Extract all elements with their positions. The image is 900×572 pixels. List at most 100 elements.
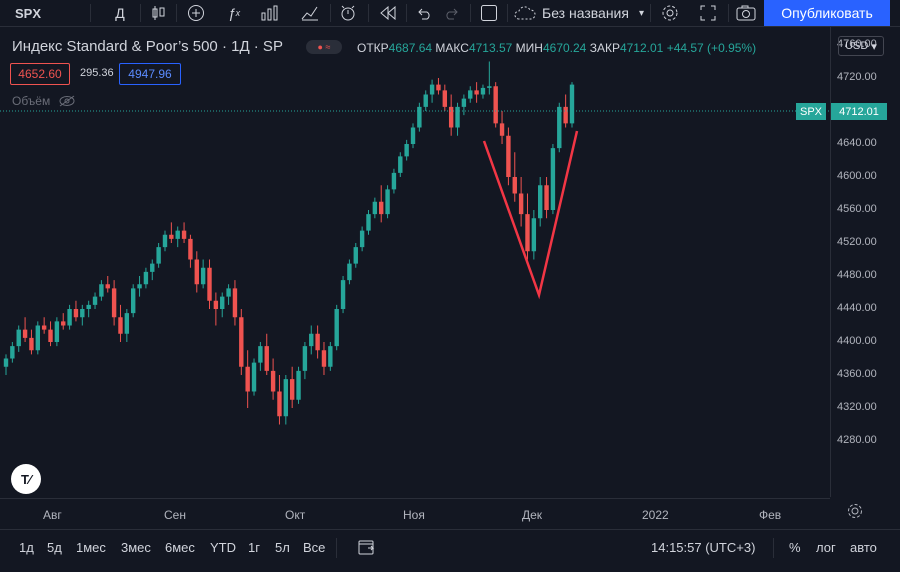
candle-body	[340, 280, 346, 309]
candle-body	[321, 350, 327, 367]
add-indicator-icon[interactable]	[184, 0, 208, 26]
candle-body	[156, 247, 161, 264]
replay-icon[interactable]	[376, 0, 400, 26]
v-shape-drawing[interactable]	[482, 130, 579, 300]
snapshot-icon[interactable]	[734, 0, 758, 26]
change-value: +44.57 (+0.95%)	[666, 41, 757, 55]
candle-body	[220, 296, 225, 309]
settings-icon[interactable]	[658, 0, 682, 26]
time-tick: Ноя	[403, 508, 425, 522]
high-value: 4713.57	[468, 41, 513, 55]
time-axis[interactable]: Авг Сен Окт Ноя Дек 2022 Фев	[0, 498, 830, 529]
interval-selector[interactable]: Д	[108, 0, 132, 26]
candle-body	[302, 346, 308, 371]
currency-selector[interactable]: USD ▾	[838, 36, 884, 56]
divider	[773, 538, 774, 558]
chevron-down-icon: ▾	[871, 40, 877, 53]
candle-body	[150, 263, 155, 272]
candle-body	[105, 284, 110, 289]
range-1y[interactable]: 1г	[248, 540, 260, 555]
range-1m[interactable]: 1мес	[76, 540, 106, 555]
candle-body	[258, 346, 263, 363]
market-status-badge[interactable]: ● ≈	[306, 40, 342, 54]
alert-icon[interactable]	[336, 0, 360, 26]
range-6m[interactable]: 6мес	[165, 540, 195, 555]
time-tick: Окт	[285, 508, 306, 522]
expand-icon[interactable]	[696, 0, 720, 26]
candle-body	[124, 313, 130, 334]
undo-icon[interactable]	[412, 0, 436, 26]
candle-body	[200, 267, 206, 285]
range-1d[interactable]: 1д	[19, 540, 34, 555]
log-toggle[interactable]: лог	[816, 540, 836, 555]
price-tick: 4320.00	[837, 401, 877, 413]
layout-icon[interactable]	[298, 0, 322, 26]
buy-button[interactable]: 4947.96	[119, 63, 181, 85]
auto-toggle[interactable]: авто	[850, 540, 877, 555]
candle-body	[525, 214, 530, 252]
candle-body	[226, 288, 231, 297]
price-axis[interactable]: 4760.004720.004680.004640.004600.004560.…	[830, 27, 900, 497]
time-tick: Авг	[43, 508, 62, 522]
candle-body	[531, 218, 537, 252]
range-5d[interactable]: 5д	[47, 540, 62, 555]
spread-value: 295.36	[80, 67, 114, 79]
candle-body	[372, 201, 378, 215]
range-ytd[interactable]: YTD	[210, 540, 236, 555]
redo-icon[interactable]	[440, 0, 464, 26]
eye-hidden-icon[interactable]	[58, 95, 76, 107]
percent-toggle[interactable]: %	[789, 540, 801, 555]
price-tick: 4520.00	[837, 236, 877, 248]
divider	[140, 4, 141, 22]
candle-body	[35, 325, 40, 351]
templates-icon[interactable]	[258, 0, 282, 26]
layout-name[interactable]: Без названия ▾	[514, 0, 644, 26]
candle-body	[538, 185, 543, 219]
candle-body	[289, 379, 295, 400]
candle-body	[213, 300, 219, 309]
candle-body	[385, 189, 390, 215]
candle-body	[468, 90, 473, 99]
candles-icon[interactable]	[146, 0, 170, 26]
candle-body	[423, 94, 428, 107]
clock-time[interactable]: 14:15:57 (UTC+3)	[651, 540, 755, 555]
range-all[interactable]: Все	[303, 540, 325, 555]
candle-body	[67, 309, 72, 326]
symbol-price-tag: SPX	[796, 103, 826, 120]
publish-button[interactable]: Опубликовать	[764, 0, 890, 26]
goto-date-icon[interactable]	[358, 539, 376, 560]
time-tick: 2022	[642, 508, 669, 522]
candle-body	[550, 148, 556, 210]
divider	[336, 538, 337, 558]
candle-body	[359, 230, 365, 248]
candle-body	[493, 86, 498, 124]
candle-body	[175, 230, 180, 239]
indicators-icon[interactable]: ƒx	[222, 0, 246, 26]
time-tick: Фев	[759, 508, 782, 522]
divider	[728, 4, 729, 22]
divider	[650, 4, 651, 22]
candle-body	[429, 84, 435, 95]
candle-body	[283, 379, 289, 417]
candle-body	[92, 296, 98, 305]
tradingview-logo[interactable]: T∕	[11, 464, 41, 494]
candle-body	[61, 321, 66, 326]
candle-body	[10, 346, 15, 359]
price-tick: 4360.00	[837, 368, 877, 380]
symbol-search[interactable]: SPX	[8, 0, 48, 26]
axis-settings-icon[interactable]	[846, 502, 864, 525]
candle-body	[436, 84, 441, 91]
range-3m[interactable]: 3мес	[121, 540, 151, 555]
price-tick: 4280.00	[837, 434, 877, 446]
candle-body	[239, 317, 244, 367]
volume-legend: Объём	[12, 94, 76, 108]
candle-body	[417, 106, 422, 128]
price-tick: 4560.00	[837, 203, 877, 215]
fullscreen-icon[interactable]	[477, 0, 501, 26]
range-5y[interactable]: 5л	[275, 540, 290, 555]
sell-button[interactable]: 4652.60	[10, 63, 70, 85]
candle-body	[487, 86, 492, 88]
candle-body	[48, 329, 53, 342]
time-tick: Сен	[164, 508, 186, 522]
price-chart[interactable]	[0, 27, 830, 497]
